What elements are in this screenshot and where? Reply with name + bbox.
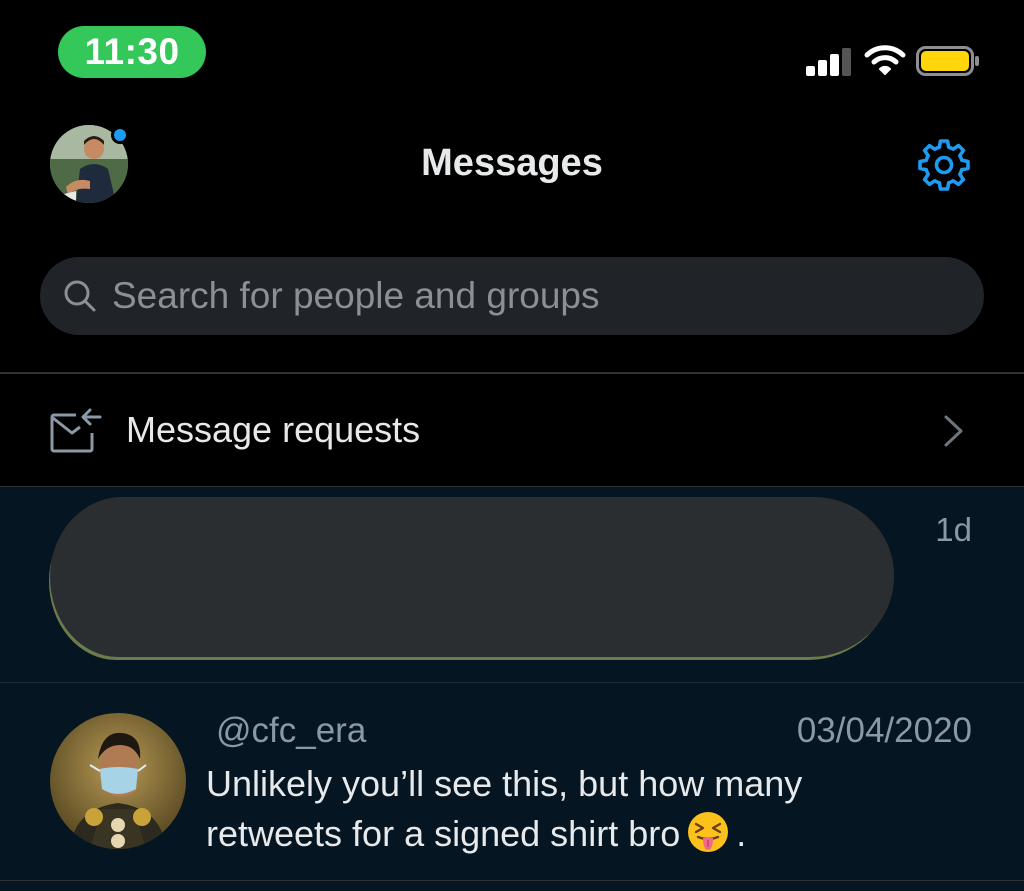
- wifi-icon: [864, 45, 906, 75]
- conversation-time: 1d: [935, 511, 972, 548]
- page-title: Messages: [421, 142, 603, 184]
- conversation-item[interactable]: 1d: [0, 487, 1024, 682]
- conversation-handle: @cfc_era: [216, 711, 367, 750]
- avatar-image: [50, 713, 186, 849]
- redaction-mark: [50, 497, 894, 657]
- divider: [0, 880, 1024, 881]
- conversation-date: 03/04/2020: [796, 711, 972, 750]
- status-bar: 11:30: [0, 0, 1024, 105]
- message-preview: Unlikely you’ll see this, but how many r…: [206, 759, 906, 859]
- cellular-signal-icon: [806, 46, 854, 76]
- battery-icon: [916, 46, 979, 76]
- search-box[interactable]: [40, 257, 984, 335]
- gear-icon: [918, 139, 970, 191]
- squinting-tongue-emoji: [688, 812, 729, 852]
- envelope-arrow-icon: [50, 408, 102, 453]
- conversation-item[interactable]: @cfc_era 03/04/2020 Unlikely you’ll see …: [0, 683, 1024, 879]
- conversation-list: 1d @cfc_era 03/04/2020 Unlikely you’ll s…: [0, 487, 1024, 891]
- status-time[interactable]: 11:30: [58, 26, 206, 78]
- header: Messages: [0, 105, 1024, 225]
- chevron-right-icon: [944, 415, 963, 447]
- message-preview-end: .: [736, 813, 747, 854]
- message-requests-row[interactable]: Message requests: [0, 374, 1024, 486]
- message-requests-label: Message requests: [126, 409, 421, 450]
- avatar[interactable]: [50, 713, 186, 849]
- search-icon: [64, 280, 96, 312]
- search-input[interactable]: [112, 257, 952, 335]
- settings-button[interactable]: [914, 135, 974, 195]
